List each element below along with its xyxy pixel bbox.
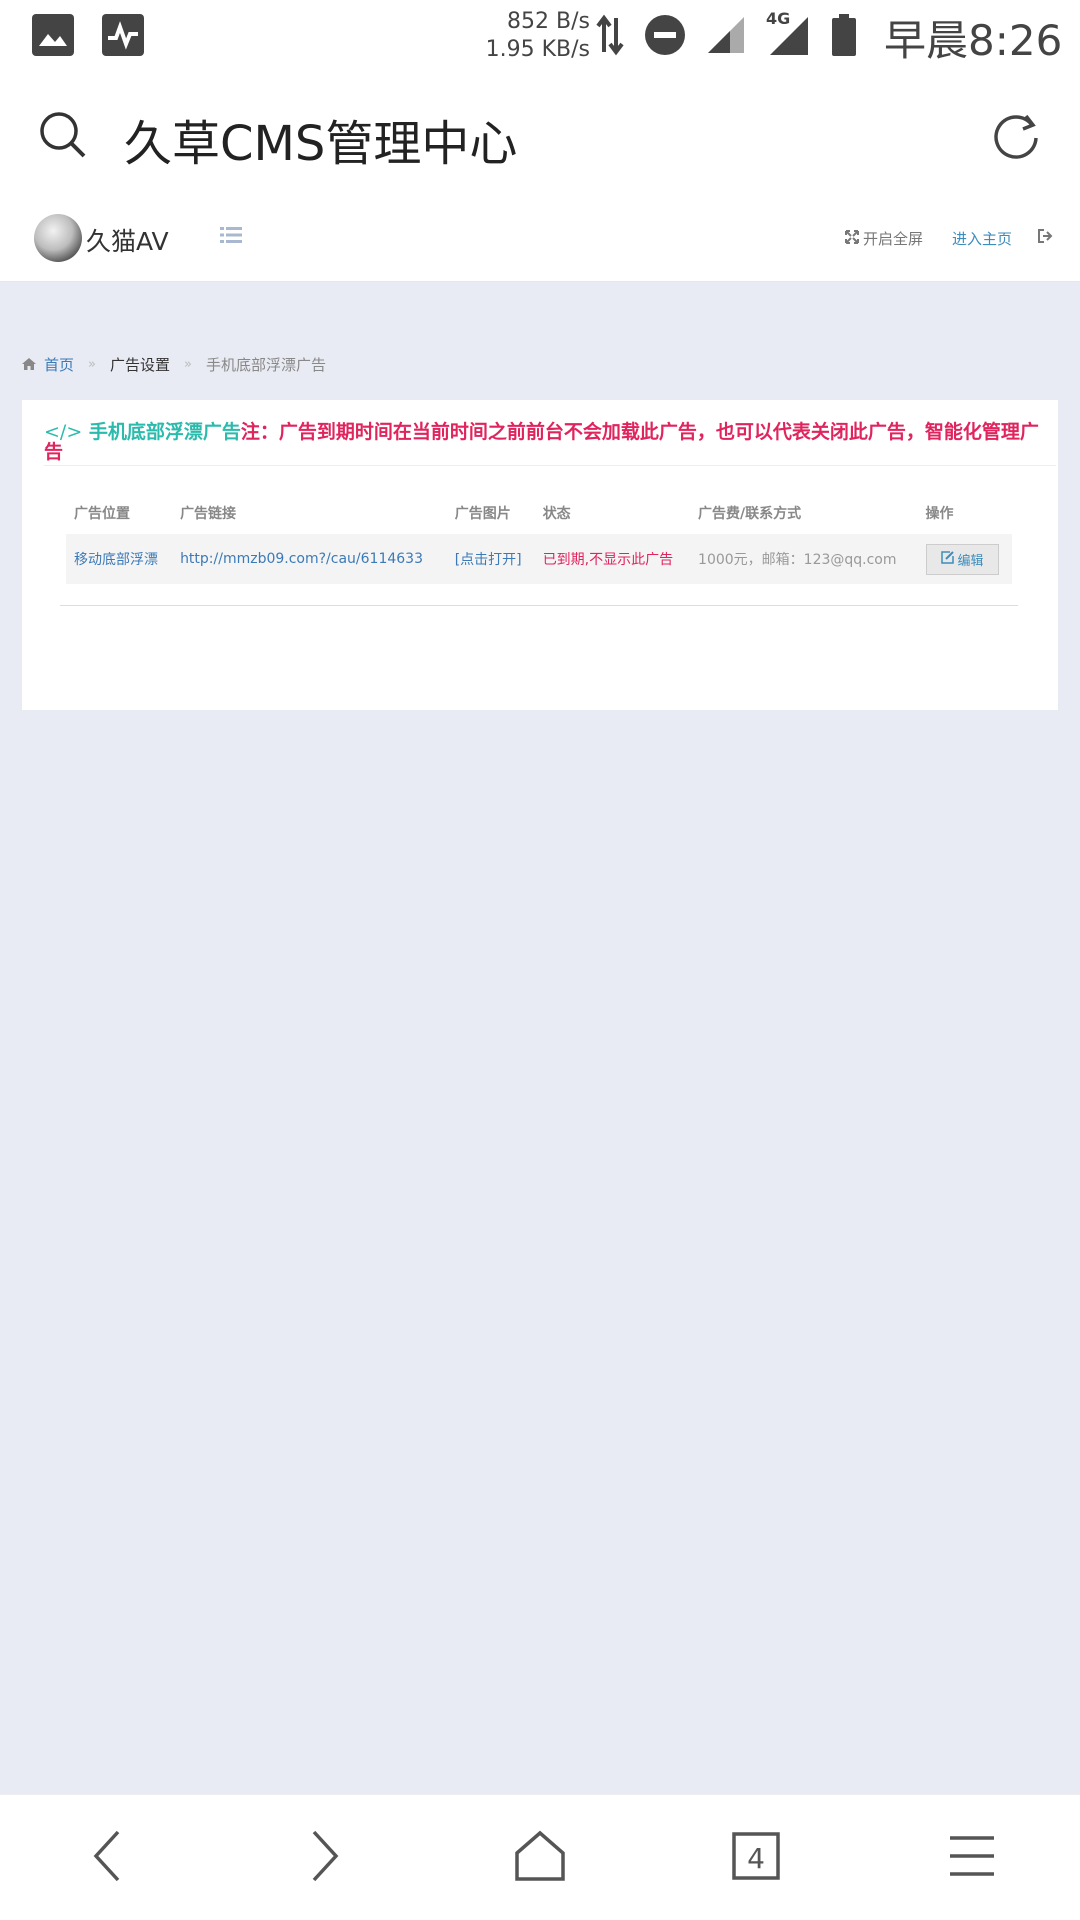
fullscreen-button[interactable]: 开启全屏 bbox=[845, 228, 923, 249]
signal-4g-icon: 4G bbox=[766, 9, 810, 61]
search-icon[interactable] bbox=[38, 110, 88, 164]
ads-table: 广告位置 广告链接 广告图片 状态 广告费/联系方式 操作 移动底部浮漂 htt… bbox=[66, 492, 1012, 584]
logout-icon[interactable] bbox=[1038, 228, 1054, 247]
home-icon bbox=[513, 1829, 567, 1887]
breadcrumb-separator: » bbox=[88, 357, 96, 372]
refresh-icon[interactable] bbox=[990, 110, 1042, 166]
cell-link[interactable]: http://mmzb09.com?/cau/6114633 bbox=[172, 534, 447, 584]
breadcrumb-separator: » bbox=[184, 357, 192, 372]
header-status: 状态 bbox=[542, 506, 571, 522]
cell-status: 已到期,不显示此广告 bbox=[534, 534, 691, 584]
edit-icon bbox=[940, 550, 954, 568]
header-action: 操作 bbox=[925, 506, 954, 522]
header-position: 广告位置 bbox=[74, 506, 130, 522]
header-image: 广告图片 bbox=[454, 506, 511, 522]
status-bar: 852 B/s 1.95 KB/s 4G 早晨8:26 bbox=[0, 0, 1080, 74]
avatar bbox=[34, 214, 82, 262]
breadcrumb-home-link[interactable]: 首页 bbox=[44, 354, 74, 375]
battery-icon bbox=[830, 12, 858, 62]
cell-image-link[interactable]: [点击打开] bbox=[446, 534, 535, 584]
menu-icon bbox=[947, 1834, 997, 1882]
enter-home-link[interactable]: 进入主页 bbox=[952, 228, 1012, 249]
bottom-nav-bar: 4 bbox=[0, 1794, 1080, 1920]
tab-count: 4 bbox=[747, 1841, 765, 1875]
cell-action: 编辑 bbox=[917, 534, 1012, 584]
table-header-row: 广告位置 广告链接 广告图片 状态 广告费/联系方式 操作 bbox=[66, 492, 1012, 534]
header-fee: 广告费/联系方式 bbox=[698, 506, 802, 522]
chevron-left-icon bbox=[88, 1828, 128, 1888]
data-arrows-icon bbox=[596, 12, 624, 62]
app-title-bar: 久草CMS管理中心 bbox=[0, 74, 1080, 200]
activity-icon bbox=[102, 14, 144, 56]
signal-icon bbox=[706, 15, 746, 59]
panel-title: </> 手机底部浮漂广告注：广告到期时间在当前时间之前前台不会加载此广告，也可以… bbox=[44, 422, 1044, 462]
dnd-icon bbox=[644, 14, 686, 60]
breadcrumb-section[interactable]: 广告设置 bbox=[110, 354, 170, 375]
header-link: 广告链接 bbox=[180, 506, 237, 522]
chevron-right-icon bbox=[304, 1828, 344, 1888]
cell-position: 移动底部浮漂 bbox=[66, 534, 173, 584]
site-header: 久猫AV 开启全屏 进入主页 bbox=[0, 200, 1080, 282]
clock: 早晨8:26 bbox=[884, 15, 1063, 65]
network-speed: 852 B/s 1.95 KB/s bbox=[485, 9, 590, 62]
cell-fee: 1000元，邮箱：123@qq.com bbox=[690, 534, 918, 584]
menu-button[interactable] bbox=[864, 1795, 1080, 1920]
brand-name: 久猫AV bbox=[86, 227, 169, 256]
breadcrumb-current: 手机底部浮漂广告 bbox=[205, 356, 326, 374]
divider bbox=[44, 465, 1056, 466]
breadcrumb: 首页 » 广告设置 » 手机底部浮漂广告 bbox=[22, 354, 326, 375]
list-icon[interactable] bbox=[220, 226, 242, 248]
page-title: 久草CMS管理中心 bbox=[124, 116, 518, 172]
forward-button[interactable] bbox=[216, 1795, 432, 1920]
expand-icon bbox=[845, 229, 859, 248]
ad-panel: </> 手机底部浮漂广告注：广告到期时间在当前时间之前前台不会加载此广告，也可以… bbox=[22, 400, 1058, 710]
image-icon bbox=[32, 14, 74, 56]
panel-name: 手机底部浮漂广告 bbox=[88, 421, 241, 443]
home-icon bbox=[22, 356, 36, 374]
back-button[interactable] bbox=[0, 1795, 216, 1920]
table-row: 移动底部浮漂 http://mmzb09.com?/cau/6114633 [点… bbox=[66, 534, 1012, 584]
home-button[interactable] bbox=[432, 1795, 648, 1920]
tabs-button[interactable]: 4 bbox=[648, 1795, 864, 1920]
edit-button[interactable]: 编辑 bbox=[925, 543, 999, 575]
code-icon: </> bbox=[44, 421, 83, 443]
divider bbox=[60, 605, 1018, 606]
